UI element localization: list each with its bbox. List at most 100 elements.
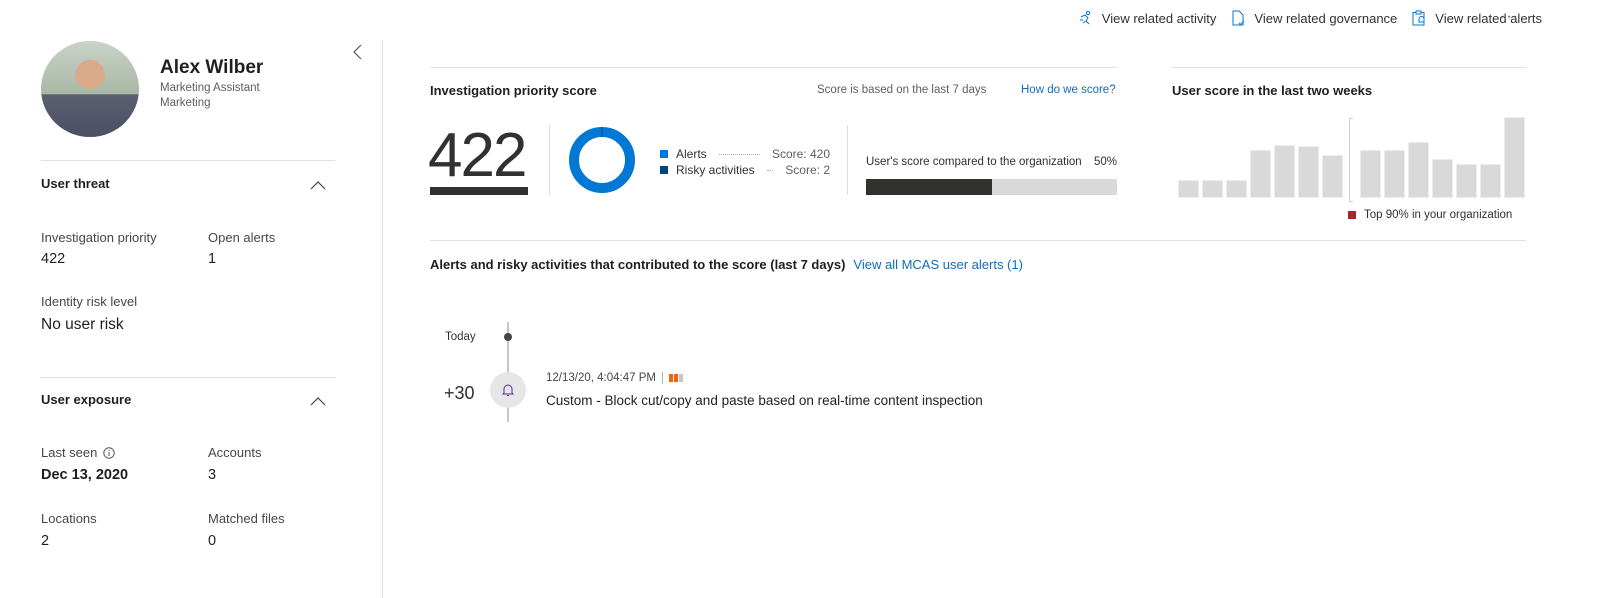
user-panel: Alex Wilber Marketing Assistant Marketin… <box>0 40 383 598</box>
divider <box>430 67 1117 68</box>
compare-percent: 50% <box>1093 156 1117 168</box>
alert-time: 12/13/20, 4:04:47 PM <box>546 372 656 384</box>
view-related-activity-button[interactable]: View related activity <box>1078 10 1217 26</box>
locations-value: 2 <box>41 533 50 549</box>
chart-bar <box>1250 149 1271 198</box>
score-heading: Investigation priority score <box>430 83 597 98</box>
view-related-governance-label: View related governance <box>1254 10 1398 26</box>
alerts-heading: Alerts and risky activities that contrib… <box>430 257 846 272</box>
investigation-priority-label: Investigation priority <box>41 230 157 245</box>
compare-label: User's score compared to the organizatio… <box>866 156 1082 168</box>
chart-legend: Top 90% in your organization <box>1348 209 1512 221</box>
chart-bar <box>1384 149 1405 198</box>
last-seen-label-row: Last seen <box>41 445 116 460</box>
legend-swatch <box>660 166 668 174</box>
view-related-activity-label: View related activity <box>1101 10 1217 26</box>
compare-progress-bar <box>866 179 1117 195</box>
chart-bar <box>1408 141 1429 198</box>
view-related-governance-button[interactable]: View related governance <box>1230 10 1397 26</box>
collapse-panel-chevron-icon[interactable] <box>350 44 366 60</box>
separator-tick <box>1349 118 1353 119</box>
legend-label: Alerts <box>676 147 707 161</box>
chart-bar <box>1504 117 1525 198</box>
user-department: Marketing <box>160 97 211 109</box>
legend-label: Risky activities <box>676 163 755 177</box>
legend-score: Score: 2 <box>785 163 830 177</box>
matched-files-value: 0 <box>208 533 217 549</box>
last-seen-label: Last seen <box>41 445 98 460</box>
clipboard-alert-icon <box>1412 10 1425 26</box>
legend-label: Top 90% in your organization <box>1364 209 1513 221</box>
donut-alerts-segment <box>569 127 635 193</box>
legend-swatch <box>660 150 668 158</box>
divider <box>549 125 550 195</box>
view-related-alerts-label: View related alerts <box>1435 10 1542 26</box>
divider <box>41 160 335 161</box>
legend-risky-activities: Risky activities Score: 2 <box>660 162 830 178</box>
alert-points: +30 <box>444 383 475 403</box>
timeline-dot <box>504 333 512 341</box>
divider <box>41 377 335 378</box>
accounts-value: 3 <box>208 467 217 483</box>
open-alerts-label: Open alerts <box>208 230 276 245</box>
chart-bar <box>1480 164 1501 198</box>
chart-bar <box>1274 144 1295 198</box>
score-donut-chart <box>569 127 635 193</box>
document-check-icon <box>1232 10 1245 26</box>
chart-bar <box>1322 154 1343 198</box>
view-all-alerts-link[interactable]: View all MCAS user alerts (1) <box>853 257 1023 272</box>
identity-risk-label: Identity risk level <box>41 294 138 309</box>
score-note: Score is based on the last 7 days <box>817 84 987 96</box>
user-exposure-heading: User exposure <box>41 392 132 407</box>
bell-icon <box>502 384 514 396</box>
last-seen-value: Dec 13, 2020 <box>41 467 129 483</box>
today-label: Today <box>445 331 476 343</box>
info-icon[interactable] <box>103 446 116 459</box>
investigation-priority-value: 422 <box>41 251 66 267</box>
alert-meta: 12/13/20, 4:04:47 PM | <box>546 372 683 384</box>
user-title: Marketing Assistant <box>160 82 260 94</box>
more-options-button[interactable]: ··· <box>1500 8 1519 26</box>
chart-bar <box>1226 179 1247 198</box>
divider <box>430 240 1526 241</box>
alert-name-link[interactable]: Custom - Block cut/copy and paste based … <box>546 393 983 408</box>
legend-swatch <box>1348 211 1356 219</box>
leader-line <box>766 169 774 171</box>
open-alerts-value: 1 <box>208 251 217 267</box>
separator: | <box>660 372 664 384</box>
view-related-alerts-button[interactable]: View related alerts <box>1411 10 1542 26</box>
week-separator <box>1349 118 1350 202</box>
divider <box>1172 67 1526 68</box>
chevron-up-icon[interactable] <box>310 396 326 406</box>
severity-medium-indicator <box>668 374 683 382</box>
score-underline <box>430 187 528 195</box>
chart-bar <box>1298 145 1319 198</box>
accounts-label: Accounts <box>208 445 262 460</box>
compare-row: User's score compared to the organizatio… <box>866 156 1117 168</box>
matched-files-label: Matched files <box>208 511 285 526</box>
score-value: 422 <box>428 121 527 190</box>
how-do-we-score-link[interactable]: How do we score? <box>1021 84 1116 96</box>
legend-score: Score: 420 <box>771 147 830 161</box>
activity-icon <box>1079 10 1090 25</box>
chart-bar <box>1432 159 1453 198</box>
user-score-bar-chart <box>1172 115 1526 202</box>
separator-tick <box>1349 201 1353 202</box>
chevron-up-icon[interactable] <box>310 180 326 190</box>
compare-progress-fill <box>866 179 992 195</box>
alerts-header: Alerts and risky activities that contrib… <box>430 257 1023 272</box>
divider <box>847 125 848 195</box>
score-legend: Alerts Score: 420 Risky activities Score… <box>660 146 830 178</box>
user-threat-heading: User threat <box>41 176 110 191</box>
chart-bar <box>1178 179 1199 198</box>
chart-bar <box>1360 149 1381 198</box>
locations-label: Locations <box>41 511 97 526</box>
user-name: Alex Wilber <box>160 57 264 78</box>
toolbar: View related activity View related gover… <box>1078 10 1542 26</box>
alert-bell-badge <box>490 372 526 408</box>
legend-alerts: Alerts Score: 420 <box>660 146 830 162</box>
chart-bar <box>1202 179 1223 198</box>
identity-risk-value: No user risk <box>41 316 124 333</box>
leader-line <box>718 153 760 155</box>
avatar <box>41 41 139 137</box>
